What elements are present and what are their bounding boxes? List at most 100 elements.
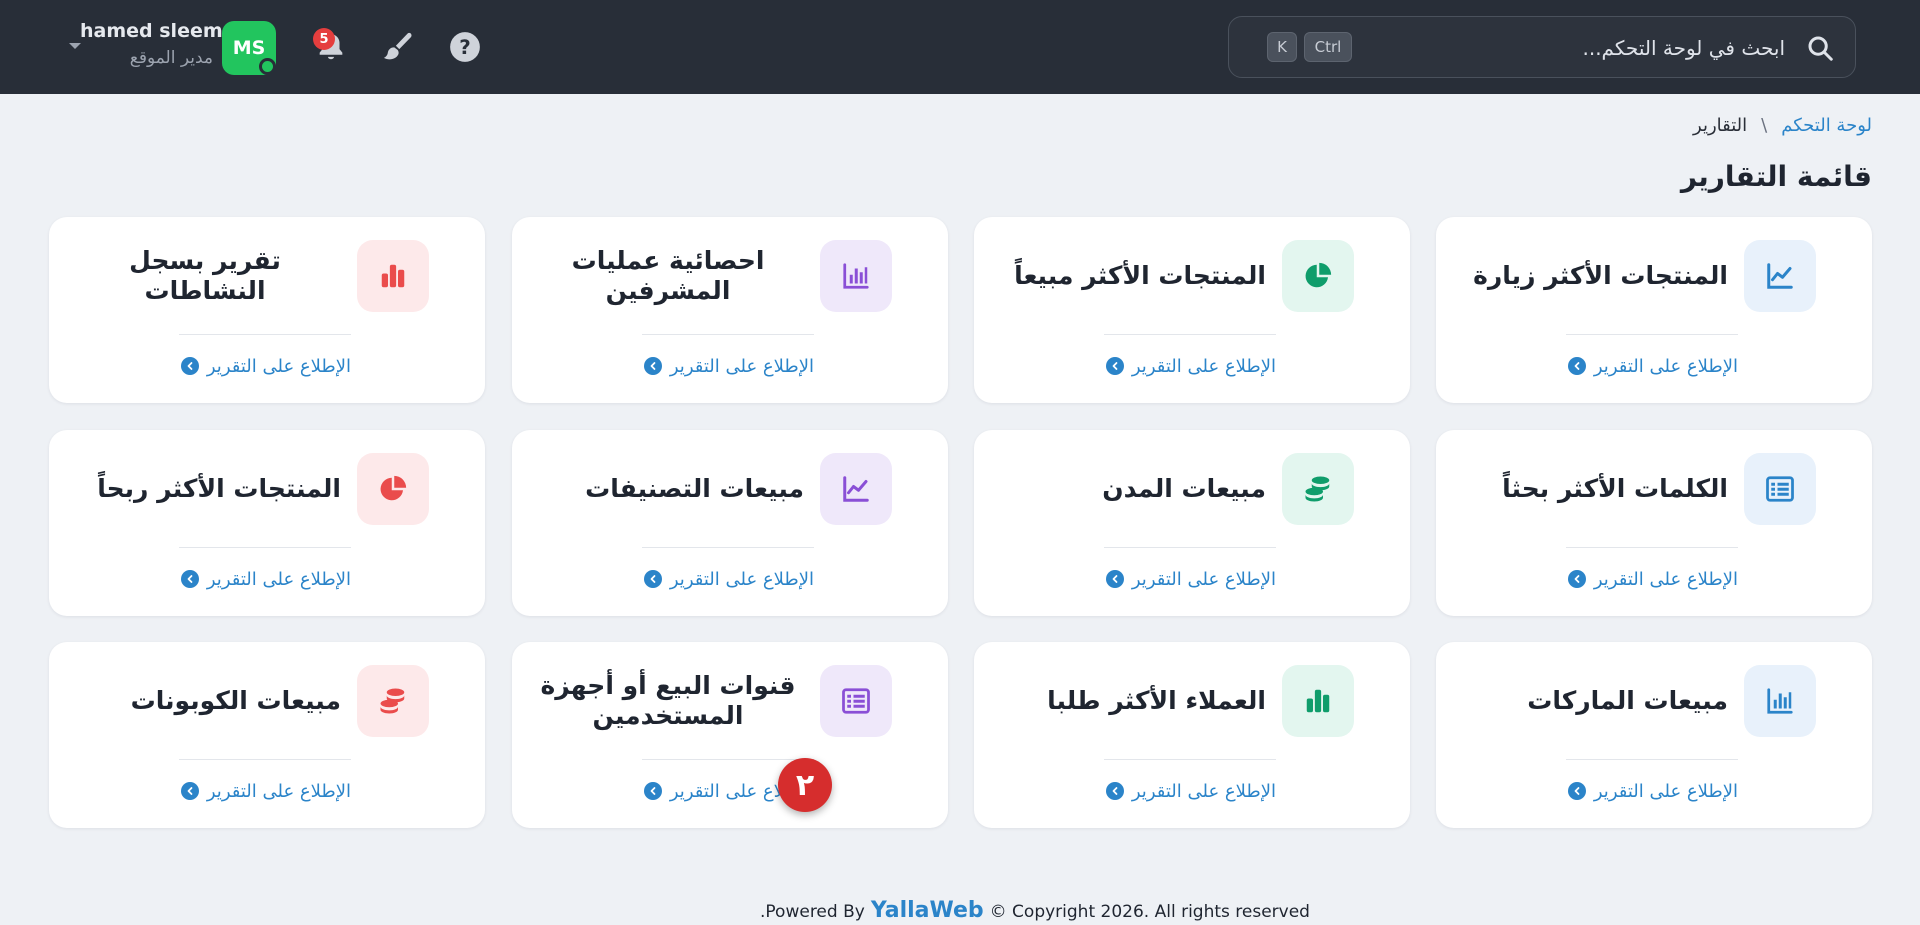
card-header: المنتجات الأكثر مبيعاً (994, 239, 1354, 313)
report-card[interactable]: قنوات البيع أو أجهزة المستخدمين الإطلاع ع… (512, 642, 948, 828)
view-report-label: الإطلاع على التقرير (1593, 780, 1738, 802)
view-report-link[interactable]: الإطلاع على التقرير (1566, 564, 1738, 594)
view-report-label: الإطلاع على التقرير (206, 355, 351, 377)
card-header: مبيعات التصنيفات (532, 452, 892, 526)
report-card[interactable]: مبيعات المدن الإطلاع على التقرير (974, 430, 1410, 616)
chevron-left-icon (643, 570, 662, 588)
breadcrumb-separator: \ (1761, 114, 1768, 136)
chevron-down-icon[interactable] (67, 40, 83, 52)
user-name[interactable]: hamed sleem (80, 20, 223, 42)
card-header: مبيعات المدن (994, 452, 1354, 526)
list-icon (1766, 476, 1794, 502)
view-report-label: الإطلاع على التقرير (669, 355, 814, 377)
search-box[interactable]: Ctrl K (1228, 16, 1856, 78)
card-divider (1566, 334, 1738, 335)
help-icon[interactable]: ? (448, 30, 482, 64)
coins-icon (1305, 476, 1330, 502)
list-icon (842, 688, 870, 714)
view-report-link[interactable]: الإطلاع على التقرير (1104, 564, 1276, 594)
chevron-left-icon (180, 570, 199, 588)
top-navbar: Ctrl K ? 5 MS hamed sleem مدير الموقع (0, 0, 1920, 94)
card-header: تقرير بسجل النشاطات (69, 239, 429, 313)
view-report-link[interactable]: الإطلاع على التقرير (642, 564, 814, 594)
breadcrumb-home-link[interactable]: لوحة التحكم (1781, 115, 1872, 136)
card-divider (179, 547, 351, 548)
footer-brand-link[interactable]: YallaWeb (871, 898, 984, 923)
card-title: مبيعات الكوبونات (130, 685, 341, 715)
online-status-indicator (259, 58, 276, 75)
chevron-left-icon (1567, 782, 1586, 800)
report-card[interactable]: المنتجات الأكثر ربحاً الإطلاع على التقرير (49, 430, 485, 616)
card-title: الكلمات الأكثر بحثاً (1502, 473, 1728, 503)
footer-powered-by: .Powered By (760, 902, 865, 922)
search-input[interactable] (1425, 31, 1785, 65)
card-divider (1566, 547, 1738, 548)
card-title: المنتجات الأكثر ربحاً (97, 473, 341, 503)
card-title: قنوات البيع أو أجهزة المستخدمين (540, 670, 796, 731)
view-report-link[interactable]: الإطلاع على التقرير (1104, 776, 1276, 806)
card-title: العملاء الأكثر طلبا (1047, 685, 1266, 715)
card-icon-box (820, 665, 892, 737)
breadcrumb: لوحة التحكم \ التقارير (1693, 110, 1872, 140)
view-report-link[interactable]: الإطلاع على التقرير (179, 351, 351, 381)
chevron-left-icon (1567, 570, 1586, 588)
bar-chart-icon (843, 263, 869, 289)
card-icon-box (1282, 665, 1354, 737)
card-title: تقرير بسجل النشاطات (129, 245, 281, 306)
notification-badge: 5 (313, 28, 335, 50)
view-report-label: الإطلاع على التقرير (1131, 568, 1276, 590)
card-header: المنتجات الأكثر ربحاً (69, 452, 429, 526)
report-card[interactable]: احصائية عمليات المشرفين الإطلاع على التقر… (512, 217, 948, 403)
card-divider (1104, 334, 1276, 335)
bar-chart-icon (1767, 688, 1793, 714)
view-report-link[interactable]: الإطلاع على التقرير (1104, 351, 1276, 381)
card-divider (1566, 759, 1738, 760)
card-divider (642, 759, 814, 760)
card-icon-box (1744, 665, 1816, 737)
footer: .Powered By YallaWeb © Copyright 2026. A… (0, 898, 1920, 924)
view-report-link[interactable]: الإطلاع على التقرير (1566, 351, 1738, 381)
card-title: مبيعات الماركات (1527, 685, 1728, 715)
card-title: المنتجات الأكثر مبيعاً (1014, 260, 1266, 290)
column-chart-icon (1306, 689, 1330, 713)
view-report-link[interactable]: الإطلاع على التقرير (179, 564, 351, 594)
view-report-link[interactable]: الإطلاع على التقرير (642, 351, 814, 381)
report-card[interactable]: مبيعات التصنيفات الإطلاع على التقرير (512, 430, 948, 616)
brush-icon[interactable] (381, 30, 415, 64)
chevron-left-icon (1567, 357, 1586, 375)
view-report-link[interactable]: الإطلاع على التقرير (1566, 776, 1738, 806)
report-card[interactable]: العملاء الأكثر طلبا الإطلاع على التقرير (974, 642, 1410, 828)
card-icon-box (1282, 240, 1354, 312)
card-divider (179, 759, 351, 760)
card-divider (642, 547, 814, 548)
view-report-label: الإطلاع على التقرير (1131, 780, 1276, 802)
view-report-link[interactable]: الإطلاع على التقرير (179, 776, 351, 806)
svg-text:?: ? (459, 36, 471, 59)
user-role: مدير الموقع (129, 48, 213, 68)
card-divider (1104, 547, 1276, 548)
view-report-label: الإطلاع على التقرير (206, 568, 351, 590)
card-title: مبيعات التصنيفات (585, 473, 804, 503)
k-key-hint: K (1267, 32, 1297, 62)
view-report-label: الإطلاع على التقرير (1131, 355, 1276, 377)
report-card[interactable]: مبيعات الكوبونات الإطلاع على التقرير (49, 642, 485, 828)
card-header: مبيعات الكوبونات (69, 664, 429, 738)
report-card[interactable]: الكلمات الأكثر بحثاً الإطلاع على التقرير (1436, 430, 1872, 616)
report-card[interactable]: مبيعات الماركات الإطلاع على التقرير (1436, 642, 1872, 828)
card-icon-box (820, 240, 892, 312)
chevron-left-icon (1105, 782, 1124, 800)
report-card[interactable]: المنتجات الأكثر مبيعاً الإطلاع على التقري… (974, 217, 1410, 403)
card-icon-box (1744, 240, 1816, 312)
card-header: الكلمات الأكثر بحثاً (1456, 452, 1816, 526)
card-title: مبيعات المدن (1102, 473, 1266, 503)
line-chart-icon (1767, 263, 1793, 289)
report-card[interactable]: تقرير بسجل النشاطات الإطلاع على التقرير (49, 217, 485, 403)
card-header: المنتجات الأكثر زيارة (1456, 239, 1816, 313)
card-title: المنتجات الأكثر زيارة (1473, 260, 1728, 290)
chevron-left-icon (1105, 357, 1124, 375)
view-report-label: الإطلاع على التقرير (206, 780, 351, 802)
report-card[interactable]: المنتجات الأكثر زيارة الإطلاع على التقرير (1436, 217, 1872, 403)
chevron-left-icon (180, 782, 199, 800)
card-header: قنوات البيع أو أجهزة المستخدمين (532, 664, 892, 738)
view-report-label: الإطلاع على التقرير (669, 568, 814, 590)
